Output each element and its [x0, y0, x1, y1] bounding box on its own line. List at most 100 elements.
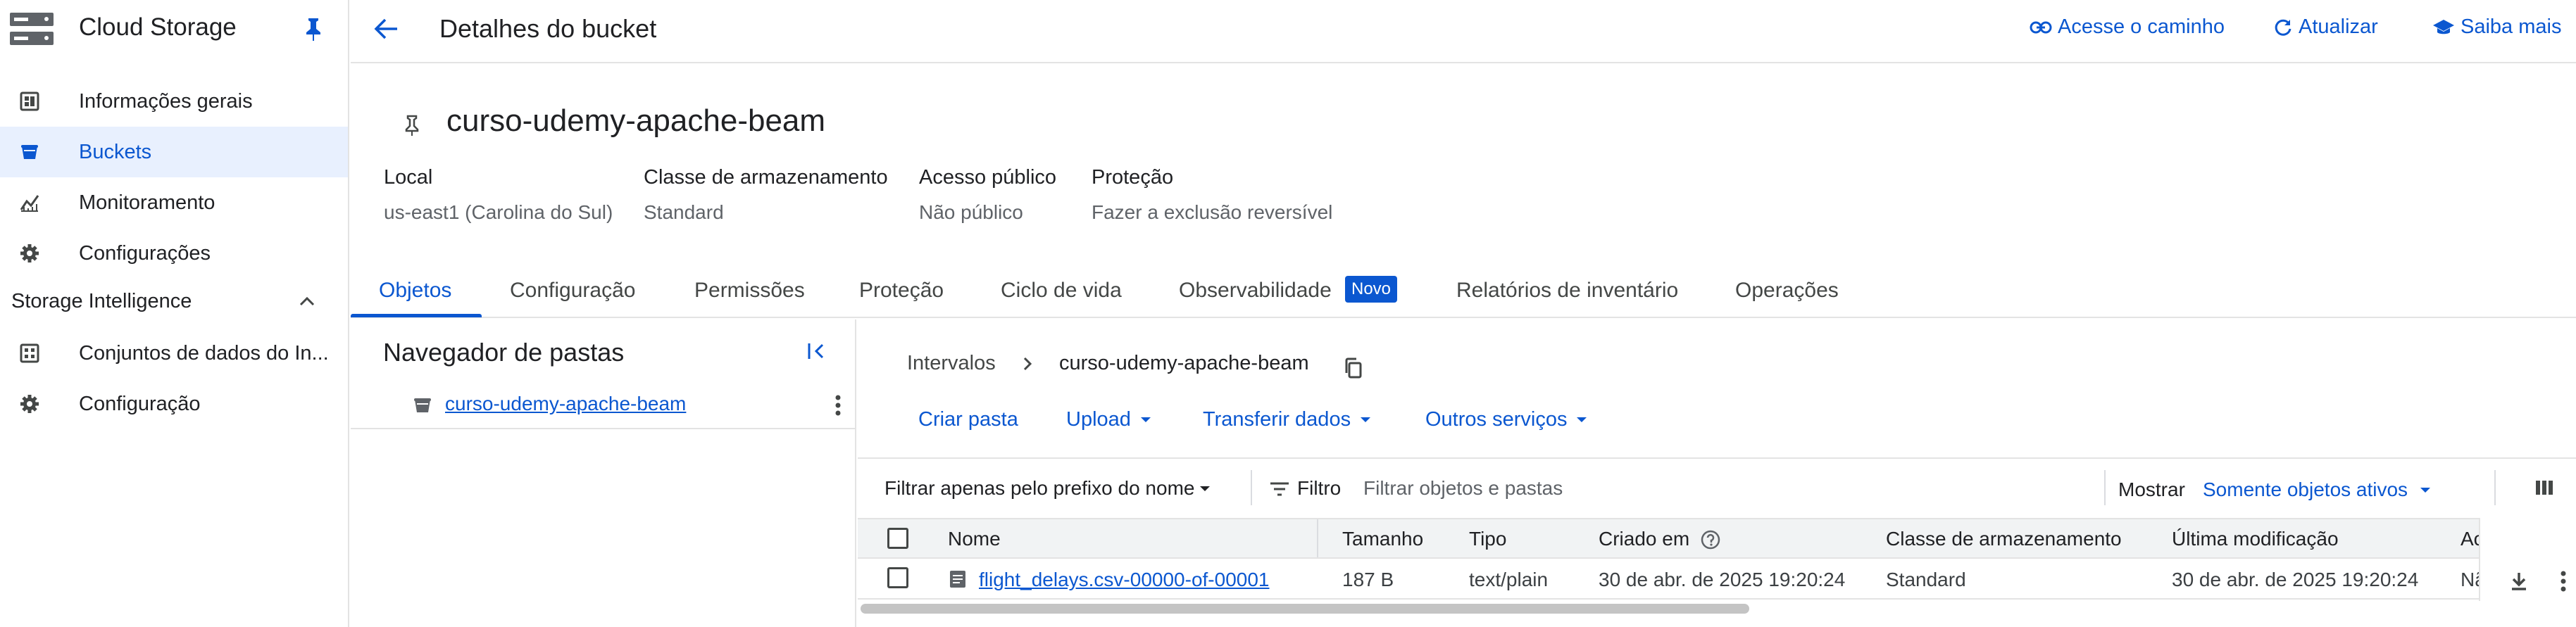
school-icon — [2432, 18, 2455, 37]
breadcrumb-root[interactable]: Intervalos — [907, 352, 996, 375]
caret-down-icon — [1200, 486, 1211, 491]
prefix-filter-dropdown[interactable]: Filtrar apenas pelo prefixo do nome — [884, 477, 1211, 500]
scrollbar-thumb[interactable] — [861, 604, 1749, 614]
refresh-icon — [2273, 18, 2293, 37]
caret-down-icon — [2420, 487, 2431, 493]
download-icon[interactable] — [2510, 571, 2528, 591]
dashboard-icon — [20, 91, 39, 111]
filter-bar: Filtrar apenas pelo prefixo do nome Filt… — [858, 457, 2576, 518]
folder-browser-title: Navegador de pastas — [383, 338, 625, 367]
meta-value-storage-class: Standard — [644, 201, 724, 223]
column-header-created[interactable]: Criado em — [1599, 528, 1689, 550]
more-vert-icon[interactable] — [835, 394, 841, 417]
object-size: 187 B — [1342, 569, 1394, 590]
tab-protection[interactable]: Proteção — [859, 279, 944, 303]
folder-tree-item[interactable]: curso-udemy-apache-beam — [351, 381, 855, 429]
pin-icon[interactable] — [304, 17, 323, 41]
sidebar-title: Cloud Storage — [79, 13, 237, 41]
caret-down-icon — [1140, 417, 1151, 422]
folder-browser: Navegador de pastas curso-udemy-apache-b… — [351, 319, 856, 627]
folder-tree-bucket-link[interactable]: curso-udemy-apache-beam — [445, 393, 686, 415]
active-tab-indicator — [351, 314, 482, 317]
table-row[interactable]: flight_delays.csv-00000-of-00001 187 B t… — [858, 559, 2576, 600]
upload-dropdown[interactable]: Upload — [1066, 408, 1151, 431]
tab-bar: Objetos Configuração Permissões Proteção… — [351, 265, 2576, 318]
divider — [2104, 470, 2106, 505]
breadcrumb-current: curso-udemy-apache-beam — [1059, 352, 1309, 374]
show-label: Mostrar — [2118, 479, 2185, 500]
refresh-label: Atualizar — [2299, 15, 2378, 38]
top-bar: Detalhes do bucket Acesse o caminho Atua… — [351, 0, 2576, 63]
help-icon[interactable] — [1700, 529, 1721, 550]
bucket-icon — [20, 142, 39, 162]
select-all-checkbox[interactable] — [887, 528, 908, 549]
sidebar: Cloud Storage Informações gerais Buckets… — [0, 0, 349, 627]
monitoring-icon — [20, 193, 39, 213]
meta-label-public-access: Acesso público — [919, 166, 1057, 189]
column-header-modified[interactable]: Última modificação — [2172, 528, 2339, 550]
transfer-dropdown[interactable]: Transferir dados — [1203, 408, 1371, 431]
sidebar-item-label: Conjuntos de dados do In... — [79, 341, 329, 365]
learn-more-link[interactable]: Saiba mais — [2432, 15, 2561, 39]
gear-icon — [20, 243, 39, 263]
bucket-name: curso-udemy-apache-beam — [446, 103, 826, 138]
meta-label-protection: Proteção — [1092, 166, 1174, 189]
sidebar-item-label: Configurações — [79, 241, 211, 265]
back-arrow-icon[interactable] — [373, 17, 399, 41]
access-path-label: Acesse o caminho — [2058, 15, 2225, 38]
sidebar-section-storage-intelligence[interactable]: Storage Intelligence — [11, 290, 192, 313]
tab-configuration[interactable]: Configuração — [510, 279, 635, 303]
sidebar-item-label: Buckets — [79, 140, 152, 163]
chevron-up-icon[interactable] — [299, 296, 315, 307]
more-vert-icon[interactable] — [2561, 570, 2566, 593]
transfer-label: Transferir dados — [1203, 408, 1351, 431]
sidebar-item-overview[interactable]: Informações gerais — [0, 76, 348, 127]
object-type: text/plain — [1469, 569, 1549, 590]
learn-more-label: Saiba mais — [2461, 15, 2562, 38]
row-actions-column — [2479, 518, 2576, 601]
object-created: 30 de abr. de 2025 19:20:24 — [1599, 569, 1846, 590]
show-objects-dropdown[interactable]: Somente objetos ativos — [2203, 479, 2431, 501]
filter-input[interactable]: Filtrar objetos e pastas — [1363, 477, 1563, 500]
page-title: Detalhes do bucket — [439, 14, 657, 43]
create-folder-button[interactable]: Criar pasta — [918, 408, 1018, 431]
sidebar-item-buckets[interactable]: Buckets — [0, 127, 348, 177]
show-objects-value: Somente objetos ativos — [2203, 479, 2408, 500]
file-icon — [949, 570, 966, 588]
horizontal-scrollbar[interactable] — [858, 601, 2576, 615]
tab-permissions[interactable]: Permissões — [694, 279, 805, 303]
tab-objects[interactable]: Objetos — [379, 279, 451, 303]
meta-value-public-access: Não público — [919, 201, 1023, 223]
access-path-link[interactable]: Acesse o caminho — [2030, 15, 2225, 39]
sidebar-item-datasets[interactable]: Conjuntos de dados do In... — [0, 328, 348, 379]
tab-lifecycle[interactable]: Ciclo de vida — [1001, 279, 1122, 303]
divider — [1251, 470, 1252, 505]
column-resizer[interactable] — [1317, 519, 1318, 557]
sidebar-item-label: Monitoramento — [79, 191, 215, 214]
column-header-name[interactable]: Nome — [948, 528, 1001, 550]
column-display-icon[interactable] — [2535, 479, 2553, 497]
refresh-button[interactable]: Atualizar — [2273, 15, 2378, 39]
column-header-size[interactable]: Tamanho — [1342, 528, 1423, 550]
link-icon — [2030, 20, 2052, 34]
sidebar-item-monitoring[interactable]: Monitoramento — [0, 177, 348, 228]
object-name-link[interactable]: flight_delays.csv-00000-of-00001 — [979, 569, 1269, 591]
other-services-dropdown[interactable]: Outros serviços — [1425, 408, 1587, 431]
row-checkbox[interactable] — [887, 567, 908, 588]
sidebar-item-settings[interactable]: Configurações — [0, 228, 348, 279]
copy-icon[interactable] — [1344, 357, 1362, 379]
sidebar-item-configuration[interactable]: Configuração — [0, 379, 348, 429]
divider — [2494, 470, 2496, 505]
tab-observability[interactable]: Observabilidade — [1179, 279, 1332, 303]
caret-down-icon — [1577, 417, 1587, 422]
pin-outline-icon[interactable] — [403, 114, 421, 137]
column-header-storage-class[interactable]: Classe de armazenamento — [1886, 528, 2122, 550]
other-services-label: Outros serviços — [1425, 408, 1568, 431]
collapse-panel-icon[interactable] — [807, 342, 828, 360]
object-modified: 30 de abr. de 2025 19:20:24 — [2172, 569, 2419, 590]
column-header-type[interactable]: Tipo — [1469, 528, 1506, 550]
tab-operations[interactable]: Operações — [1735, 279, 1839, 303]
tab-inventory-reports[interactable]: Relatórios de inventário — [1456, 279, 1678, 303]
meta-label-location: Local — [384, 166, 433, 189]
filter-list-icon — [1269, 481, 1290, 497]
